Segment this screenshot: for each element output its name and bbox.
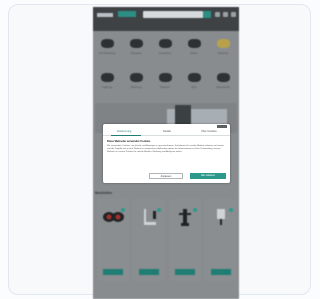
- category-label: Elektro: [190, 52, 198, 55]
- category-icon: [188, 39, 201, 48]
- category-label: Messtechnik: [216, 86, 230, 89]
- category-icon: [101, 39, 114, 48]
- site-header: [93, 7, 239, 31]
- tab-details[interactable]: Details: [163, 130, 171, 133]
- category-label: Werkzeug: [130, 86, 142, 89]
- search-input[interactable]: [143, 11, 203, 18]
- category-grid: Schutzkleidung Reinigung Verpackung Elek…: [93, 37, 239, 101]
- category-item[interactable]: Schutzkleidung: [95, 37, 119, 59]
- tab-consent[interactable]: Zustimmung: [117, 130, 131, 133]
- category-icon: [217, 39, 230, 48]
- product-image: [209, 207, 233, 227]
- category-item[interactable]: Lagerung: [95, 71, 119, 93]
- product-image: [101, 207, 125, 227]
- consent-tabs: Zustimmung Details Über Cookies: [103, 130, 230, 136]
- wishlist-icon[interactable]: [223, 12, 228, 17]
- category-label: Büro: [191, 86, 197, 89]
- product-card[interactable]: [97, 199, 129, 281]
- category-icon: [159, 39, 172, 48]
- category-item[interactable]: Büro: [182, 71, 206, 93]
- section-title: Neuheiten: [95, 191, 112, 195]
- search-icon[interactable]: [203, 11, 211, 18]
- category-item[interactable]: Verpackung: [153, 37, 177, 59]
- category-label: Schutzkleidung: [98, 52, 116, 55]
- customize-button[interactable]: Anpassen: [149, 173, 183, 179]
- add-to-cart-button[interactable]: [139, 269, 159, 275]
- category-label: Reinigung: [130, 52, 142, 55]
- category-label: Sicherheit: [217, 52, 229, 55]
- category-icon: [188, 73, 201, 82]
- allow-all-button[interactable]: Alle zulassen: [190, 173, 226, 179]
- add-to-cart-button[interactable]: [175, 269, 195, 275]
- product-card[interactable]: [169, 199, 201, 281]
- tab-about-cookies[interactable]: Über Cookies: [201, 130, 217, 133]
- account-icon[interactable]: [215, 12, 220, 17]
- consent-body: Wir verwenden Cookies, um Inhalte und An…: [107, 145, 224, 154]
- category-item[interactable]: Messtechnik: [211, 71, 235, 93]
- category-icon: [159, 73, 172, 82]
- category-icon: [101, 73, 114, 82]
- product-card[interactable]: [205, 199, 237, 281]
- add-to-cart-button[interactable]: [103, 269, 123, 275]
- category-icon: [130, 73, 143, 82]
- category-item[interactable]: Elektro: [182, 37, 206, 59]
- consent-heading: Diese Webseite verwendet Cookies: [107, 140, 151, 143]
- category-icon: [217, 73, 230, 82]
- category-label: Transport: [159, 86, 171, 89]
- category-label: Lagerung: [101, 86, 113, 89]
- category-icon: [130, 39, 143, 48]
- site-logo[interactable]: [97, 13, 113, 17]
- category-label: Verpackung: [158, 52, 172, 55]
- active-tab-indicator: [111, 135, 141, 136]
- product-card[interactable]: [133, 199, 165, 281]
- add-to-cart-button[interactable]: [211, 269, 231, 275]
- cart-icon[interactable]: [231, 12, 236, 17]
- menu-button[interactable]: [118, 11, 136, 17]
- category-item[interactable]: Sicherheit: [211, 37, 235, 59]
- cookie-consent-dialog: Zustimmung Details Über Cookies Diese We…: [103, 124, 230, 183]
- category-item[interactable]: Transport: [153, 71, 177, 93]
- product-image: [173, 207, 197, 227]
- consent-provider-logo: [217, 125, 227, 128]
- category-item[interactable]: Werkzeug: [124, 71, 148, 93]
- category-item[interactable]: Reinigung: [124, 37, 148, 59]
- product-image: [137, 207, 161, 227]
